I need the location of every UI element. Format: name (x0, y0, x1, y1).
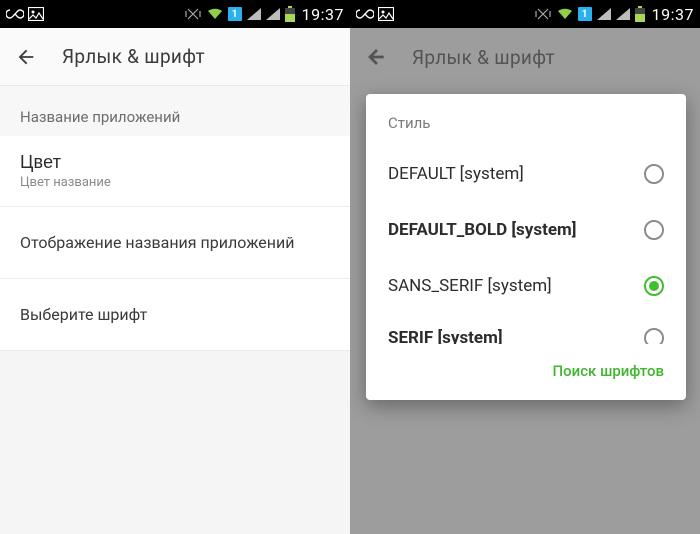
wifi-icon (557, 8, 573, 20)
infinity-icon (356, 9, 374, 19)
option-label: DEFAULT_BOLD [system] (388, 220, 644, 240)
picture-icon (378, 7, 394, 21)
app-bar: Ярлык & шрифт (0, 28, 350, 86)
signal2-icon (616, 8, 630, 20)
infinity-icon (6, 9, 24, 19)
back-button[interactable] (364, 45, 388, 69)
clock: 19:37 (652, 5, 694, 24)
app-bar: Ярлык & шрифт (350, 28, 700, 86)
battery-icon (635, 6, 645, 22)
settings-body: Название приложений Цвет Цвет название О… (0, 86, 350, 534)
sim-badge: 1 (578, 7, 592, 21)
signal-icon (247, 8, 261, 20)
status-bar: 1 19:37 (350, 0, 700, 28)
vibrate-icon (534, 7, 552, 21)
row-display-names[interactable]: Отображение названия приложений (0, 207, 350, 279)
font-option-default[interactable]: DEFAULT [system] (366, 146, 686, 202)
radio-icon (644, 164, 664, 184)
search-fonts-button[interactable]: Поиск шрифтов (366, 344, 686, 392)
row-color[interactable]: Цвет Цвет название (0, 136, 350, 207)
radio-icon (644, 220, 664, 240)
section-header: Название приложений (0, 86, 350, 136)
phone-left: 1 19:37 Ярлык & шрифт Название приложени… (0, 0, 350, 534)
wifi-icon (207, 8, 223, 20)
row-color-title: Цвет (20, 152, 330, 173)
status-bar: 1 19:37 (0, 0, 350, 28)
picture-icon (28, 7, 44, 21)
phone-right: 1 19:37 Ярлык & шрифт Стиль (350, 0, 700, 534)
font-option-sans-serif[interactable]: SANS_SERIF [system] (366, 258, 686, 314)
font-option-default-bold[interactable]: DEFAULT_BOLD [system] (366, 202, 686, 258)
font-style-dialog: Стиль DEFAULT [system] DEFAULT_BOLD [sys… (366, 94, 686, 400)
signal-icon (597, 8, 611, 20)
font-option-serif[interactable]: SERIF [system] (366, 314, 686, 344)
option-label: SANS_SERIF [system] (388, 276, 644, 296)
radio-icon (644, 328, 664, 344)
radio-selected-icon (644, 276, 664, 296)
row-pick-font[interactable]: Выберите шрифт (0, 279, 350, 351)
clock: 19:37 (302, 5, 344, 24)
back-button[interactable] (14, 45, 38, 69)
dialog-title: Стиль (366, 94, 686, 146)
page-title: Ярлык & шрифт (412, 46, 555, 69)
signal2-icon (266, 8, 280, 20)
sim-badge: 1 (228, 7, 242, 21)
battery-icon (285, 6, 295, 22)
row-color-sub: Цвет название (20, 175, 330, 190)
option-label: SERIF [system] (388, 328, 644, 344)
page-title: Ярлык & шрифт (62, 45, 205, 68)
option-label: DEFAULT [system] (388, 164, 644, 184)
vibrate-icon (184, 7, 202, 21)
